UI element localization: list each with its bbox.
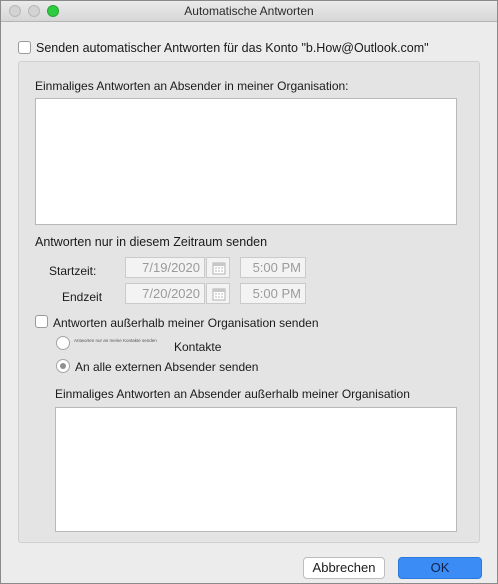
external-replies-label: Antworten außerhalb meiner Organisation … xyxy=(53,316,319,330)
all-external-radio[interactable] xyxy=(56,359,70,373)
send-auto-replies-checkbox[interactable] xyxy=(18,41,31,54)
external-reply-label: Einmaliges Antworten an Absender außerha… xyxy=(55,387,410,401)
end-time-field[interactable]: 5:00 PM xyxy=(240,283,306,304)
auto-replies-dialog: Automatische Antworten Senden automatisc… xyxy=(0,0,498,584)
start-time-field[interactable]: 5:00 PM xyxy=(240,257,306,278)
contacts-only-radio[interactable] xyxy=(56,336,70,350)
external-replies-checkbox[interactable] xyxy=(35,315,48,328)
start-date-field[interactable]: 7/19/2020 xyxy=(125,257,205,278)
calendar-icon xyxy=(212,262,226,275)
internal-reply-textarea[interactable] xyxy=(35,98,457,225)
end-time-label: Endzeit xyxy=(62,290,103,304)
end-date-calendar-button[interactable] xyxy=(206,283,230,304)
internal-reply-label: Einmaliges Antworten an Absender in mein… xyxy=(35,79,349,93)
ok-button[interactable]: OK xyxy=(398,557,482,579)
all-external-label: An alle externen Absender senden xyxy=(75,360,259,374)
send-auto-replies-label: Senden automatischer Antworten für das K… xyxy=(36,41,429,55)
calendar-icon xyxy=(212,288,226,301)
start-date-calendar-button[interactable] xyxy=(206,257,230,278)
window-title: Automatische Antworten xyxy=(184,4,314,18)
cancel-button[interactable]: Abbrechen xyxy=(303,557,385,579)
contacts-only-label: Kontakte xyxy=(174,340,222,354)
start-time-label: Startzeit: xyxy=(49,264,97,278)
contacts-only-small-label: Antworten nur an meine Kontakte senden xyxy=(74,338,157,343)
external-reply-textarea[interactable] xyxy=(55,407,457,532)
time-range-label: Antworten nur in diesem Zeitraum senden xyxy=(35,235,268,249)
title-bar: Automatische Antworten xyxy=(1,1,497,22)
end-date-field[interactable]: 7/20/2020 xyxy=(125,283,205,304)
